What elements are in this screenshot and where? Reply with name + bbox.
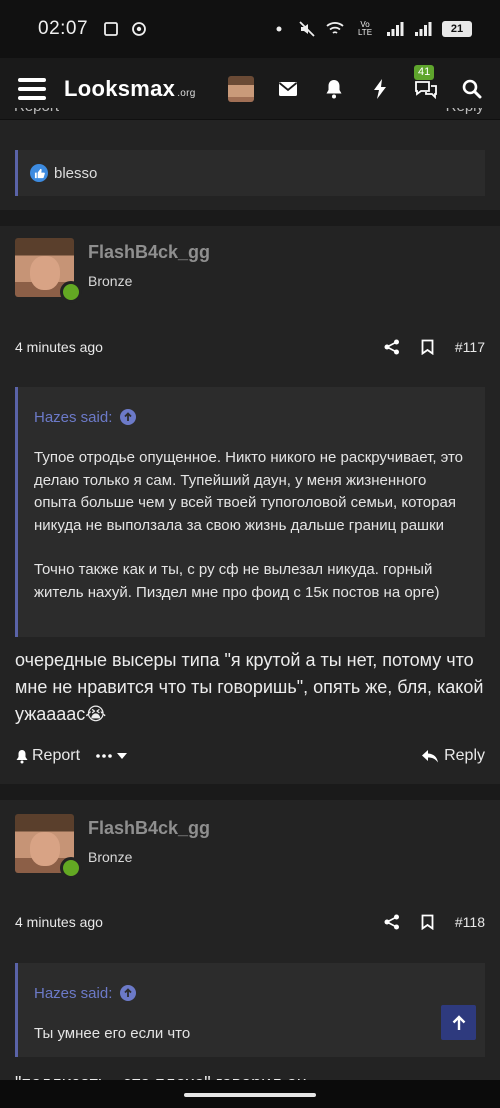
mute-icon: [298, 20, 316, 38]
dot-indicator-icon: [270, 20, 288, 38]
post-separator: [0, 210, 500, 226]
wifi-icon: [326, 20, 344, 38]
bookmark-icon[interactable]: [419, 913, 437, 931]
signal-icon-1: [386, 20, 404, 38]
post-number[interactable]: #118: [455, 914, 485, 930]
quote-author[interactable]: Hazes said:: [34, 409, 112, 426]
status-bar: 02:07 Vo LTE 21: [0, 0, 500, 58]
quote-paragraph: Точно также как и ты, с ру сф не вылезал…: [34, 561, 440, 601]
post-117-text: очередные высеры типа "я крутой а ты нет…: [15, 650, 484, 724]
jump-to-quote-icon[interactable]: [120, 985, 137, 1001]
user-rank: Bronze: [88, 273, 133, 289]
user-avatar[interactable]: [15, 814, 82, 879]
post-number[interactable]: #117: [455, 339, 485, 355]
post-separator: [0, 784, 500, 800]
reply-button[interactable]: Reply: [422, 747, 485, 765]
post-117-author: FlashB4ck_gg Bronze: [15, 238, 210, 303]
online-indicator: [60, 281, 82, 303]
volte-icon: Vo LTE: [357, 20, 373, 37]
quote-author[interactable]: Hazes said:: [34, 985, 112, 1002]
signal-icon-2: [414, 20, 432, 38]
search-icon[interactable]: [460, 77, 484, 101]
share-icon[interactable]: [383, 913, 401, 931]
username[interactable]: FlashB4ck_gg: [88, 242, 210, 263]
inbox-icon[interactable]: [276, 77, 300, 101]
quote-body: Тупое отродье опущенное. Никто никого не…: [18, 433, 485, 618]
quote-header[interactable]: Hazes said:: [18, 963, 485, 1009]
reply-icon: [422, 749, 439, 762]
more-dots-icon: [96, 754, 112, 758]
menu-icon[interactable]: [18, 77, 46, 100]
post-117-meta: 4 minutes ago #117: [15, 336, 485, 358]
quote-paragraph: Тупое отродье опущенное. Никто никого не…: [34, 449, 464, 534]
like-icon: [30, 164, 48, 182]
quote-header[interactable]: Hazes said:: [18, 387, 485, 433]
previous-report-link[interactable]: Report: [14, 108, 59, 128]
arrow-up-icon: [452, 1014, 465, 1030]
post-118-meta: 4 minutes ago #118: [15, 911, 485, 933]
home-gesture-handle[interactable]: [184, 1093, 316, 1097]
report-button[interactable]: Report: [15, 747, 80, 765]
post-117-actions: Report Reply: [15, 744, 485, 768]
app-notification-icon: [130, 20, 148, 38]
battery-icon: 21: [442, 21, 472, 37]
share-icon[interactable]: [383, 338, 401, 356]
report-bell-icon: [16, 749, 28, 763]
previous-post-actions: Report Reply: [14, 108, 484, 128]
quote-body: Ты умнее его если что: [18, 1009, 485, 1060]
post-118-quote: Hazes said: Ты умнее его если что: [15, 963, 485, 1057]
user-avatar[interactable]: [15, 238, 82, 303]
post-time[interactable]: 4 minutes ago: [15, 339, 103, 355]
online-indicator: [60, 857, 82, 879]
user-rank: Bronze: [88, 849, 133, 865]
post-117-quote: Hazes said: Тупое отродье опущенное. Ник…: [15, 387, 485, 637]
reaction-list[interactable]: blesso: [15, 150, 485, 196]
previous-reply-link[interactable]: Reply: [446, 108, 484, 128]
username[interactable]: FlashB4ck_gg: [88, 818, 210, 839]
bookmark-icon[interactable]: [419, 338, 437, 356]
conversations-badge: 41: [414, 64, 435, 80]
quote-paragraph: Ты умнее его если что: [34, 1025, 191, 1042]
bell-icon[interactable]: [322, 77, 346, 101]
site-logo[interactable]: Looksmax .org: [64, 76, 196, 102]
jump-to-quote-icon[interactable]: [120, 409, 137, 425]
scroll-to-top-button[interactable]: [441, 1005, 476, 1040]
chevron-down-icon: [117, 753, 128, 759]
account-avatar[interactable]: [228, 75, 254, 102]
gallery-notification-icon: [102, 20, 120, 38]
reaction-users[interactable]: blesso: [54, 165, 97, 182]
post-118-author: FlashB4ck_gg Bronze: [15, 814, 210, 879]
status-time: 02:07: [38, 18, 89, 39]
lightning-icon[interactable]: [368, 77, 392, 101]
more-options-button[interactable]: [96, 753, 128, 759]
conversations-icon[interactable]: 41: [414, 64, 438, 101]
post-time[interactable]: 4 minutes ago: [15, 914, 103, 930]
